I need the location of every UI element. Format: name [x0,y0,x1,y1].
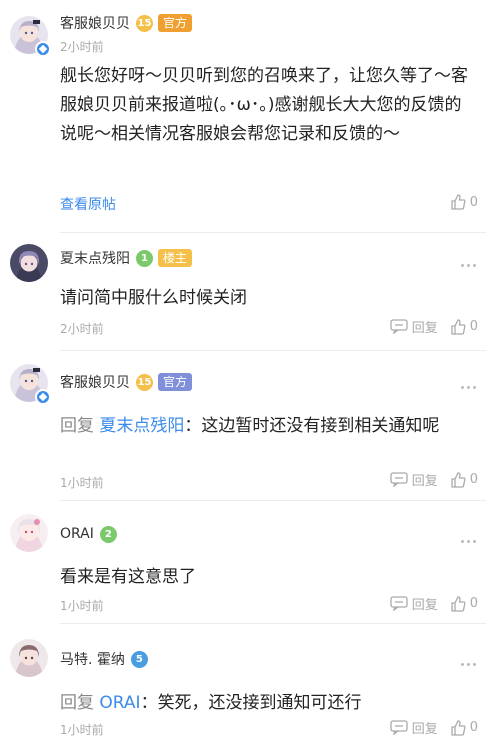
level-badge: 5 [130,650,148,668]
more-options-icon[interactable] [458,540,476,543]
reply-label: 回复 [411,321,438,336]
reply-button[interactable]: 回复 [390,317,438,336]
reply-prefix: 回复 [60,693,94,713]
comment-text: 回复 夏末点残阳：这边暂时还没有接到相关通知呢 [60,412,472,441]
reply-target-username[interactable]: ORAI [99,693,140,713]
comment-text: 回复 ORAI：笑死，还没接到通知可还行 [60,689,472,718]
like-count: 0 [469,194,478,210]
more-options-icon[interactable] [458,663,476,666]
reply-prefix: 回复 [60,416,94,436]
comment-text: 看来是有这意思了 [60,567,196,587]
more-options-icon[interactable] [458,264,476,267]
reply-button[interactable]: 回复 [390,718,438,737]
avatar[interactable] [10,364,51,405]
comment-icon [390,720,408,735]
username[interactable]: 客服娘贝贝 [60,372,130,392]
reply-button[interactable]: 回复 [390,594,438,613]
thumbs-up-icon [451,719,466,736]
reply-colon: ： [140,693,158,713]
like-button[interactable]: 0 [450,595,478,612]
comment-text: 舰长您好呀～贝贝听到您的召唤来了，让您久等了～客服娘贝贝前来报道啦(｡･ω･｡)… [60,66,468,144]
username[interactable]: 马特. 霍纳 [60,649,125,669]
verified-icon [35,41,51,57]
like-button[interactable]: 0 [450,194,478,210]
thumbs-up-icon [451,318,466,335]
verified-icon [35,389,51,405]
username[interactable]: 客服娘贝贝 [60,13,130,33]
thumbs-up-icon [451,595,466,612]
timestamp: 1小时前 [60,599,104,613]
like-button[interactable]: 0 [450,318,478,335]
official-tag: 官方 [158,373,193,391]
like-count: 0 [469,472,478,487]
like-count: 0 [469,319,478,334]
comment: 客服娘贝贝 15 官方 回复 夏末点残阳：这边暂时还没有接到相关通知呢 1小时前… [0,350,486,500]
comment: 客服娘贝贝 15 官方 2小时前 舰长您好呀～贝贝听到您的召唤来了，让您久等了～… [0,0,486,232]
avatar[interactable] [10,244,48,282]
reply-text: 笑死，还没接到通知可还行 [157,693,362,713]
avatar[interactable] [10,639,48,677]
more-options-icon[interactable] [458,386,476,389]
username[interactable]: ORAI [60,526,94,542]
reply-button[interactable]: 回复 [390,470,438,489]
reply-label: 回复 [411,474,438,489]
avatar[interactable] [10,16,51,57]
level-badge: 1 [136,249,153,267]
comment-icon [390,319,408,334]
thumbs-up-icon [451,471,466,488]
level-badge: 15 [136,14,153,32]
reply-text: 这边暂时还没有接到相关通知呢 [201,416,440,436]
timestamp: 2小时前 [60,322,104,336]
username[interactable]: 夏末点残阳 [60,248,130,268]
view-original-post-link[interactable]: 查看原帖 [60,194,116,214]
comment: 马特. 霍纳 5 回复 ORAI：笑死，还没接到通知可还行 1小时前 回复 0 [0,623,486,743]
like-count: 0 [469,596,478,611]
reply-colon: ： [184,416,202,436]
comment-icon [390,472,408,487]
timestamp: 1小时前 [60,476,104,490]
comment: 夏末点残阳 1 楼主 请问简中服什么时候关闭 2小时前 回复 0 [0,232,486,350]
comment: ORAI 2 看来是有这意思了 1小时前 回复 0 [0,500,486,623]
level-badge: 15 [136,373,153,391]
official-tag: 官方 [158,14,193,32]
like-button[interactable]: 0 [450,471,478,488]
like-button[interactable]: 0 [450,719,478,736]
thumbs-up-icon [451,194,466,210]
reply-label: 回复 [411,598,438,613]
timestamp: 2小时前 [60,40,104,54]
comment-text: 请问简中服什么时候关闭 [60,288,247,308]
level-badge: 2 [99,525,117,543]
reply-label: 回复 [411,722,438,737]
reply-target-username[interactable]: 夏末点残阳 [99,416,184,436]
like-count: 0 [469,720,478,735]
comment-icon [390,596,408,611]
op-tag: 楼主 [158,249,193,267]
timestamp: 1小时前 [60,723,104,737]
avatar[interactable] [10,514,48,552]
